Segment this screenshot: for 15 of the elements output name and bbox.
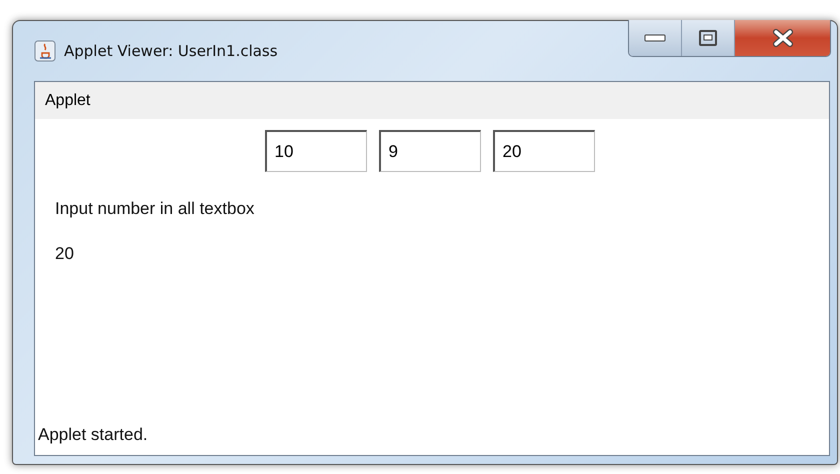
- minimize-icon: [643, 33, 667, 43]
- coffee-cup-icon: [34, 40, 56, 62]
- number-field[interactable]: 20: [492, 130, 594, 172]
- number-field[interactable]: 9: [378, 130, 480, 172]
- status-text: Applet started.: [38, 425, 149, 445]
- window-title: Applet Viewer: UserIn1.class: [64, 42, 278, 60]
- message-text: 20: [55, 244, 75, 264]
- number-field[interactable]: 10: [264, 130, 366, 172]
- menu-item[interactable]: Applet: [42, 92, 94, 110]
- message-text: Input number in all textbox: [55, 199, 256, 219]
- minimize-button[interactable]: [629, 20, 682, 56]
- maximize-icon: [698, 29, 718, 47]
- maximize-button[interactable]: [682, 20, 735, 56]
- close-button[interactable]: [735, 20, 830, 56]
- close-icon: [772, 29, 794, 47]
